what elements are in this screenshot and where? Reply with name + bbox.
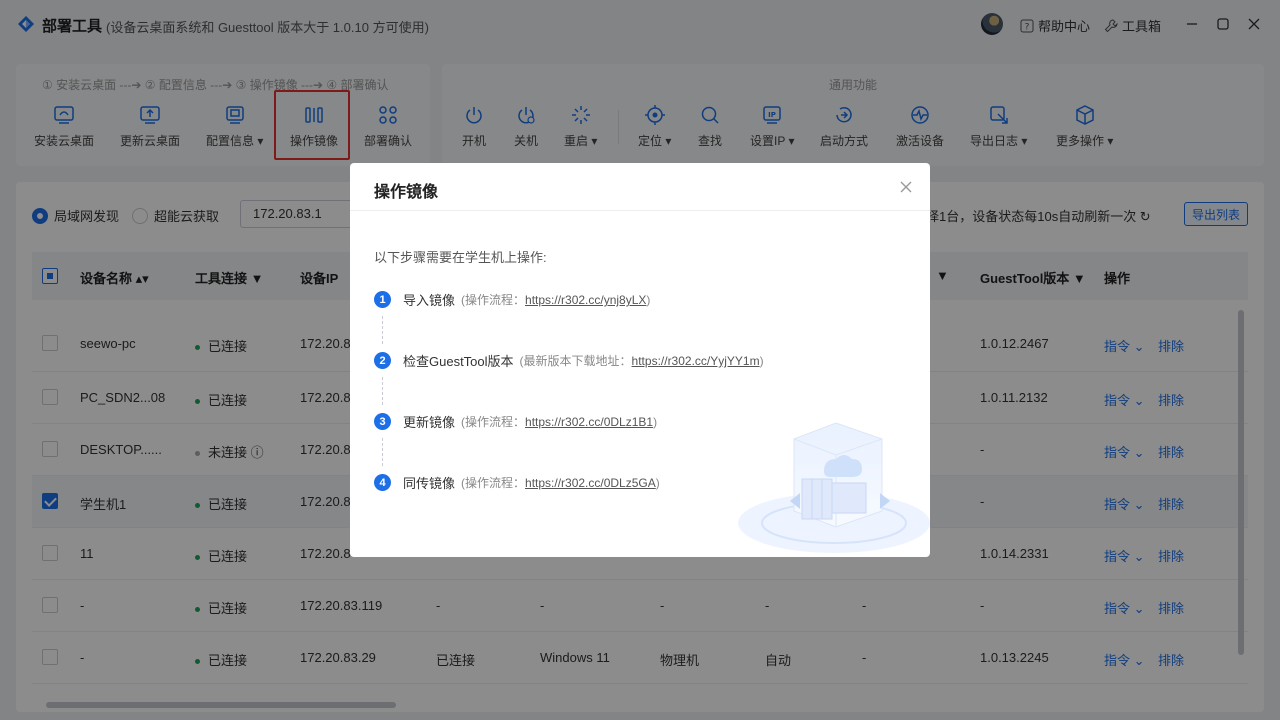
step-title: 更新镜像	[403, 415, 456, 430]
dialog-step: 4 同传镜像 (操作流程：https://r302.cc/0DLz5GA)	[374, 473, 660, 492]
operate-image-dialog: 操作镜像 以下步骤需要在学生机上操作: 1 导入镜像 (操作流程：https://r…	[350, 163, 930, 557]
step-note: (操作流程：https://r302.cc/0DLz1B1)	[461, 415, 658, 429]
step-connector	[382, 316, 383, 344]
step-number-badge: 1	[374, 291, 391, 308]
dialog-step: 2 检查GuestTool版本 (最新版本下载地址：https://r302.cc/…	[374, 351, 764, 370]
step-link[interactable]: https://r302.cc/0DLz1B1	[525, 415, 653, 429]
step-link[interactable]: https://r302.cc/ynj8yLX	[525, 293, 646, 307]
dialog-step: 3 更新镜像 (操作流程：https://r302.cc/0DLz1B1)	[374, 412, 657, 431]
step-title: 同传镜像	[403, 476, 456, 491]
dialog-title: 操作镜像	[374, 184, 439, 201]
step-number-badge: 3	[374, 413, 391, 430]
step-note: (最新版本下载地址：https://r302.cc/YyjYY1m)	[519, 354, 764, 368]
dialog-step: 1 导入镜像 (操作流程：https://r302.cc/ynj8yLX)	[374, 290, 650, 309]
step-note: (操作流程：https://r302.cc/ynj8yLX)	[461, 293, 651, 307]
image-cube-illustration	[738, 422, 930, 553]
step-number-badge: 4	[374, 474, 391, 491]
close-icon[interactable]	[898, 179, 914, 195]
step-title: 检查GuestTool版本	[403, 354, 514, 369]
step-link[interactable]: https://r302.cc/0DLz5GA	[525, 476, 656, 490]
step-title: 导入镜像	[403, 293, 456, 308]
step-connector	[382, 377, 383, 405]
dialog-intro: 以下步骤需要在学生机上操作:	[374, 250, 547, 265]
step-link[interactable]: https://r302.cc/YyjYY1m	[632, 354, 760, 368]
step-note: (操作流程：https://r302.cc/0DLz5GA)	[461, 476, 660, 490]
dialog-divider	[350, 210, 930, 211]
step-number-badge: 2	[374, 352, 391, 369]
step-connector	[382, 438, 383, 466]
